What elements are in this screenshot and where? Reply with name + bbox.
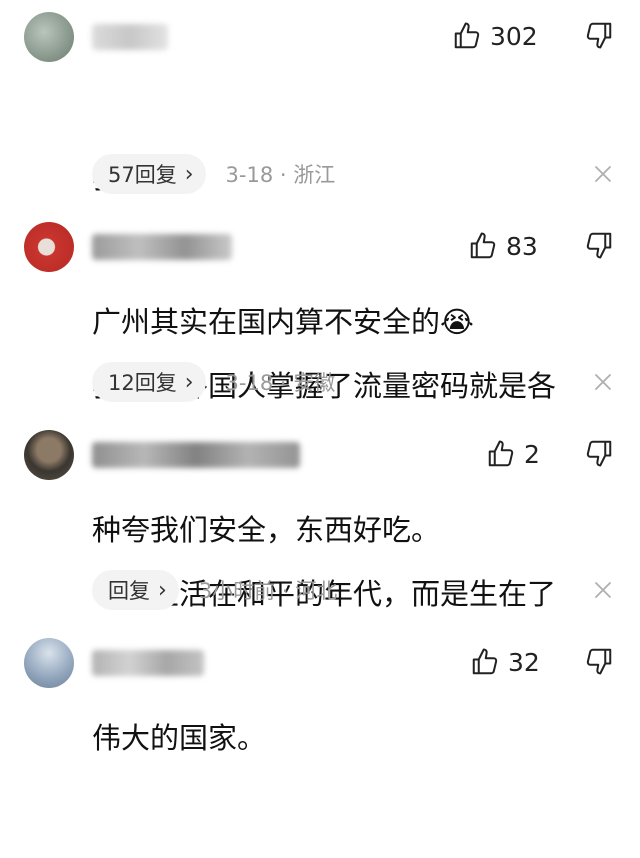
avatar[interactable] [24,430,74,480]
chevron-right-icon: › [184,161,194,187]
reply-label: 57回复 [108,163,177,187]
reply-label: 回复 [108,579,150,603]
thumbs-down-icon[interactable] [584,438,614,468]
thumbs-down-icon[interactable] [584,20,614,50]
avatar[interactable] [24,12,74,62]
like-group[interactable]: 32 [470,638,540,686]
avatar[interactable] [24,222,74,272]
meta-row: 12回复 › 3-18 · 安徽 [92,362,335,402]
username-blurred[interactable] [92,24,168,50]
like-count: 302 [490,21,538,51]
time-location: 3-18 · 浙江 [225,163,336,187]
like-group[interactable]: 302 [452,12,538,60]
comment-line: 伟大的国家。 [92,721,267,755]
reply-button[interactable]: 57回复 › [92,154,206,194]
time-location: 3-18 · 安徽 [225,371,336,395]
thumbs-up-icon[interactable] [486,439,516,469]
username-blurred[interactable] [92,650,204,676]
like-count: 32 [508,647,540,677]
close-icon[interactable] [592,579,614,601]
like-group[interactable]: 2 [486,430,540,478]
username-blurred[interactable] [92,442,300,468]
meta-row: 回复 › 3小时前 · 河北 [92,570,337,610]
avatar[interactable] [24,638,74,688]
chevron-right-icon: › [158,577,167,603]
like-count: 83 [506,231,538,261]
thumbs-up-icon[interactable] [452,21,482,51]
username-blurred[interactable] [92,234,232,260]
like-count: 2 [524,439,540,469]
reply-button[interactable]: 12回复 › [92,362,206,402]
meta-row: 57回复 › 3-18 · 浙江 [92,154,335,194]
time-location: 3小时前 · 河北 [198,579,338,603]
thumbs-up-icon[interactable] [468,231,498,261]
thumbs-up-icon[interactable] [470,647,500,677]
close-icon[interactable] [592,163,614,185]
reply-label: 12回复 [108,371,177,395]
chevron-right-icon: › [184,369,194,395]
close-icon[interactable] [592,371,614,393]
thumbs-down-icon[interactable] [584,230,614,260]
reply-button[interactable]: 回复 › [92,570,179,610]
thumbs-down-icon[interactable] [584,646,614,676]
like-group[interactable]: 83 [468,222,538,270]
